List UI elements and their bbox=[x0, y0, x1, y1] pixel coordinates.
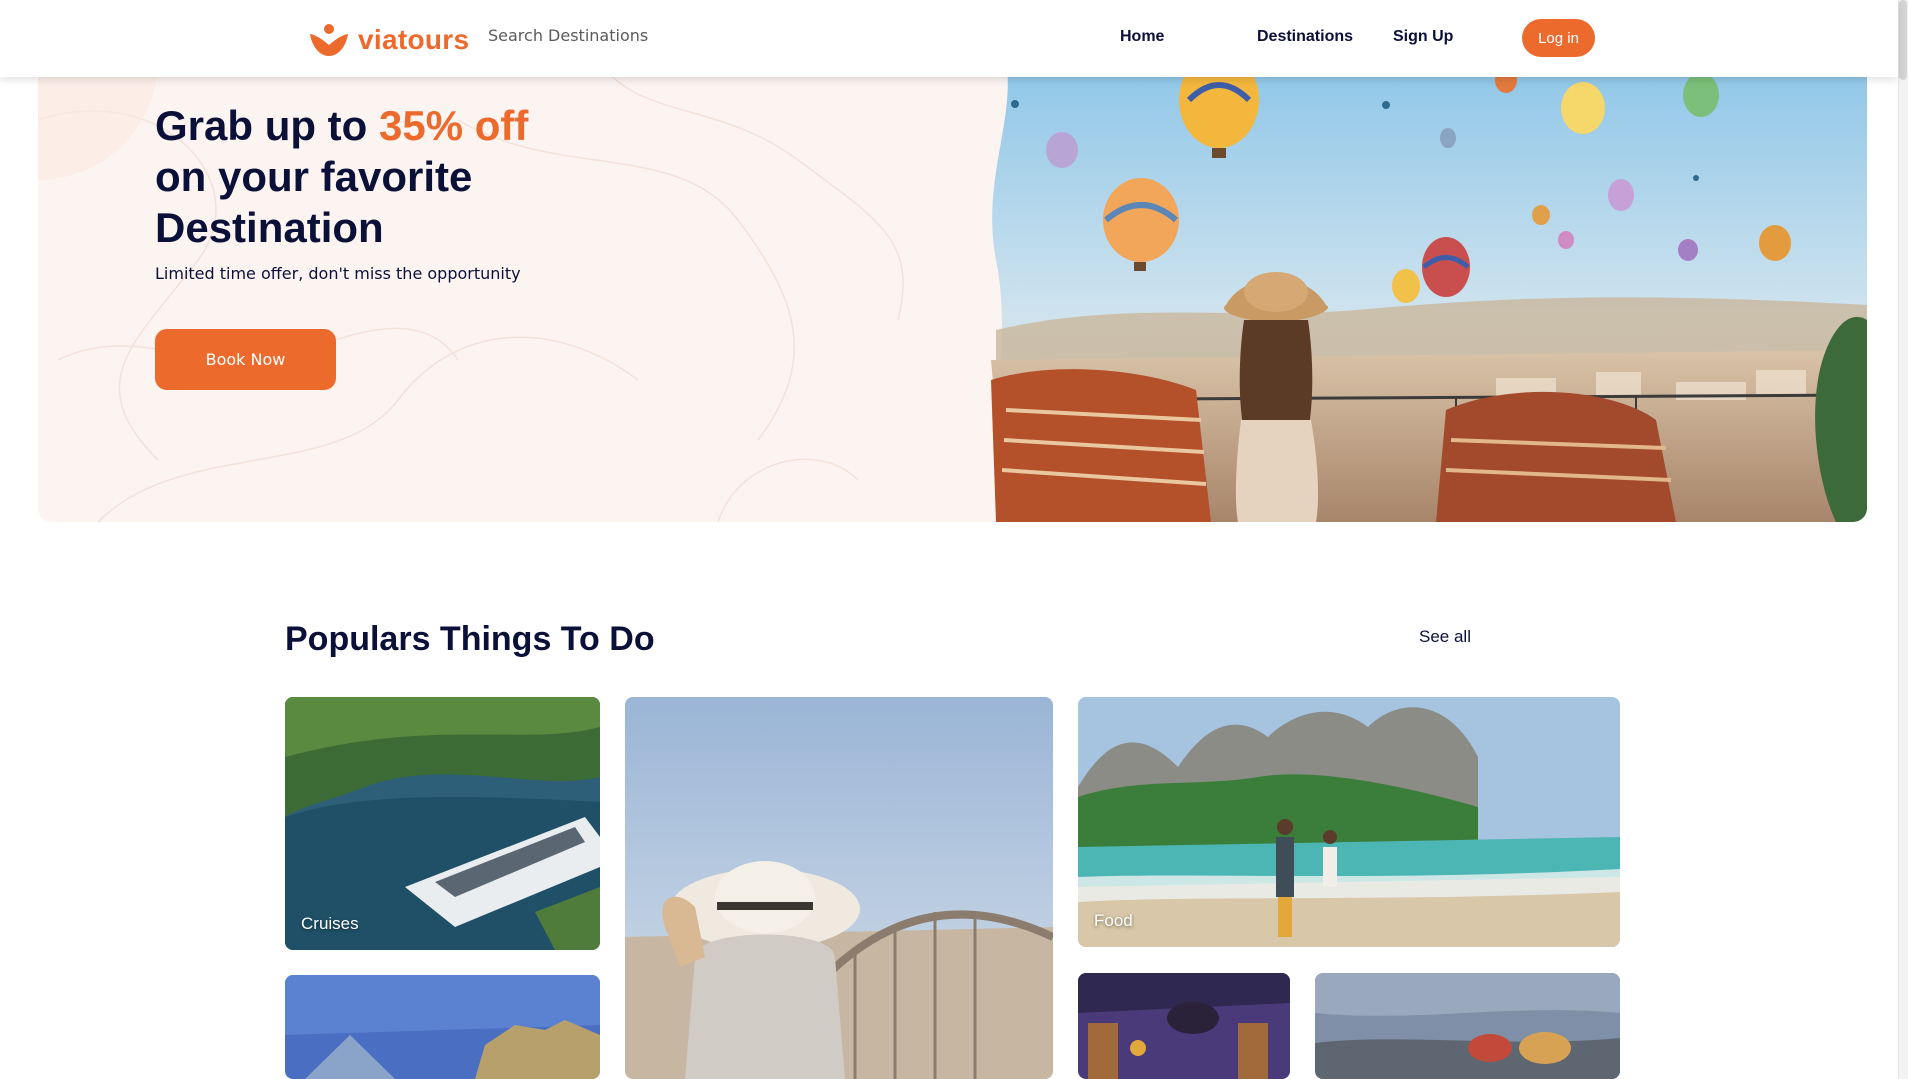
card-louvre[interactable] bbox=[285, 975, 600, 1079]
card-cruises[interactable]: Cruises bbox=[285, 697, 600, 950]
card-label: Cruises bbox=[301, 914, 359, 933]
logo[interactable]: viatours bbox=[308, 20, 469, 60]
hero-banner: Grab up to 35% off on your favorite Dest… bbox=[38, 60, 1867, 522]
nav-destinations-link[interactable]: Destinations bbox=[1257, 28, 1353, 46]
card-food[interactable]: Food bbox=[1078, 697, 1620, 947]
hero-title-prefix: Grab up to bbox=[155, 102, 379, 149]
see-all-link[interactable]: See all bbox=[1419, 627, 1471, 647]
page-scrollbar[interactable] bbox=[1898, 0, 1908, 1079]
cruise-ship-photo bbox=[285, 697, 600, 950]
search-input[interactable] bbox=[488, 22, 698, 48]
logo-icon bbox=[310, 24, 348, 56]
top-navbar: viatours Home Destinations Sign Up Log i… bbox=[0, 0, 1898, 77]
book-now-button[interactable]: Book Now bbox=[155, 329, 336, 390]
travelers-hats-photo bbox=[1315, 973, 1620, 1079]
card-traveler-bridge[interactable] bbox=[625, 697, 1053, 1079]
beach-couple-photo bbox=[1078, 697, 1620, 947]
traveler-bridge-photo bbox=[625, 697, 1053, 1079]
hero-title-line3: Destination bbox=[155, 204, 384, 251]
hero-subtitle: Limited time offer, don't miss the oppor… bbox=[155, 264, 521, 283]
hero-title: Grab up to 35% off on your favorite Dest… bbox=[155, 100, 715, 253]
hero-title-accent: 35% off bbox=[379, 102, 529, 149]
nav-signup-link[interactable]: Sign Up bbox=[1393, 28, 1453, 46]
logo-text: viatours bbox=[358, 24, 470, 55]
section-title: Populars Things To Do bbox=[285, 620, 655, 658]
card-ornate-interior[interactable] bbox=[1078, 973, 1290, 1079]
nav-home-link[interactable]: Home bbox=[1120, 28, 1164, 46]
login-button[interactable]: Log in bbox=[1522, 19, 1595, 57]
hot-air-balloons-photo bbox=[991, 60, 1867, 522]
card-label: Food bbox=[1094, 911, 1133, 930]
ornate-interior-photo bbox=[1078, 973, 1290, 1079]
card-travelers-hats[interactable] bbox=[1315, 973, 1620, 1079]
scrollbar-thumb[interactable] bbox=[1899, 0, 1907, 80]
hero-title-line2: on your favorite bbox=[155, 153, 473, 200]
louvre-pyramid-photo bbox=[285, 975, 600, 1079]
